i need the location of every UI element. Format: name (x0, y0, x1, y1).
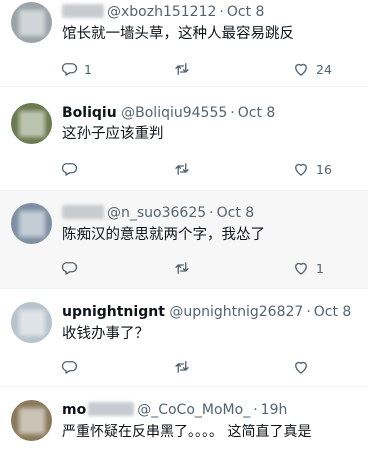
avatar[interactable] (11, 103, 52, 144)
tweet-header: @n_suo36625 · Oct 8 (62, 203, 254, 223)
like-button[interactable]: 16 (292, 159, 332, 179)
user-handle[interactable]: @_CoCo_MoMo_ (137, 402, 250, 418)
timestamp[interactable]: Oct 8 (238, 105, 276, 121)
reply-icon (61, 262, 78, 275)
reply-button[interactable]: 1 (60, 59, 92, 79)
reply-icon (61, 163, 78, 176)
heart-icon (295, 63, 307, 76)
timestamp[interactable]: Oct 8 (217, 205, 255, 221)
tweet-0[interactable]: @xbozh151212 · Oct 8 馆长就一墙头草，这种人最容易跳反 1 24 (0, 0, 368, 87)
heart-icon (295, 262, 307, 275)
tweet-header: Boliqiu @Boliqiu94555 · Oct 8 (62, 105, 276, 121)
avatar[interactable] (11, 400, 52, 441)
tweet-text: 严重怀疑在反串黑了。。。。 这简直了真是 (62, 424, 312, 440)
like-button[interactable] (292, 357, 316, 377)
retweet-button[interactable] (173, 59, 191, 79)
reply-button[interactable] (60, 159, 84, 179)
heart-icon (295, 163, 307, 176)
tweet-text: 收钱办事了？ (62, 326, 149, 342)
user-handle[interactable]: @n_suo36625 (107, 205, 206, 221)
retweet-icon (175, 361, 189, 373)
like-count: 16 (316, 161, 332, 177)
action-bar: 1 24 (52, 59, 342, 79)
retweet-icon (175, 163, 189, 175)
redacted-name (62, 205, 104, 219)
avatar[interactable] (11, 203, 52, 244)
tweet-text: 陈痴汉的意思就两个字，我怂了 (62, 227, 265, 243)
display-name[interactable]: mo (62, 402, 86, 418)
avatar[interactable] (11, 2, 52, 43)
tweet-4[interactable]: mo @_CoCo_MoMo_ · 19h 严重怀疑在反串黑了。。。。 这简直了真是 (0, 387, 368, 450)
retweet-icon (175, 63, 189, 75)
timestamp[interactable]: Oct 8 (227, 4, 265, 20)
redacted-name (88, 402, 135, 416)
like-count: 1 (316, 260, 324, 276)
action-bar: 16 (52, 159, 342, 179)
display-name[interactable]: upnightnignt (62, 304, 165, 320)
tweet-2[interactable]: @n_suo36625 · Oct 8 陈痴汉的意思就两个字，我怂了 1 (0, 191, 368, 289)
heart-icon (295, 361, 307, 374)
user-handle[interactable]: @xbozh151212 (107, 4, 216, 20)
display-name[interactable]: Boliqiu (62, 105, 117, 121)
action-bar: 1 (52, 258, 342, 278)
timestamp[interactable]: 19h (261, 402, 288, 418)
reply-button[interactable] (60, 357, 84, 377)
like-button[interactable]: 24 (292, 59, 332, 79)
redacted-name (62, 4, 104, 18)
user-handle[interactable]: @upnightnig26827 (169, 304, 303, 320)
tweet-1[interactable]: Boliqiu @Boliqiu94555 · Oct 8 这孙子应该重判 16 (0, 87, 368, 191)
tweet-header: mo @_CoCo_MoMo_ · 19h (62, 402, 288, 418)
retweet-button[interactable] (173, 357, 191, 377)
timestamp[interactable]: Oct 8 (314, 304, 352, 320)
reply-count: 1 (84, 61, 92, 77)
tweet-text: 馆长就一墙头草，这种人最容易跳反 (62, 26, 294, 42)
avatar[interactable] (11, 302, 52, 343)
tweet-header: @xbozh151212 · Oct 8 (62, 2, 264, 22)
like-count: 24 (316, 61, 332, 77)
tweet-header: upnightnignt @upnightnig26827 · Oct 8 (62, 304, 352, 320)
user-handle[interactable]: @Boliqiu94555 (121, 105, 227, 121)
tweet-3[interactable]: upnightnignt @upnightnig26827 · Oct 8 收钱办事… (0, 289, 368, 387)
retweet-button[interactable] (173, 258, 191, 278)
like-button[interactable]: 1 (292, 258, 324, 278)
tweet-text: 这孙子应该重判 (62, 126, 164, 142)
action-bar (52, 357, 342, 377)
retweet-icon (175, 262, 189, 274)
retweet-button[interactable] (173, 159, 191, 179)
reply-button[interactable] (60, 258, 84, 278)
reply-icon (61, 361, 78, 374)
reply-icon (61, 63, 78, 76)
